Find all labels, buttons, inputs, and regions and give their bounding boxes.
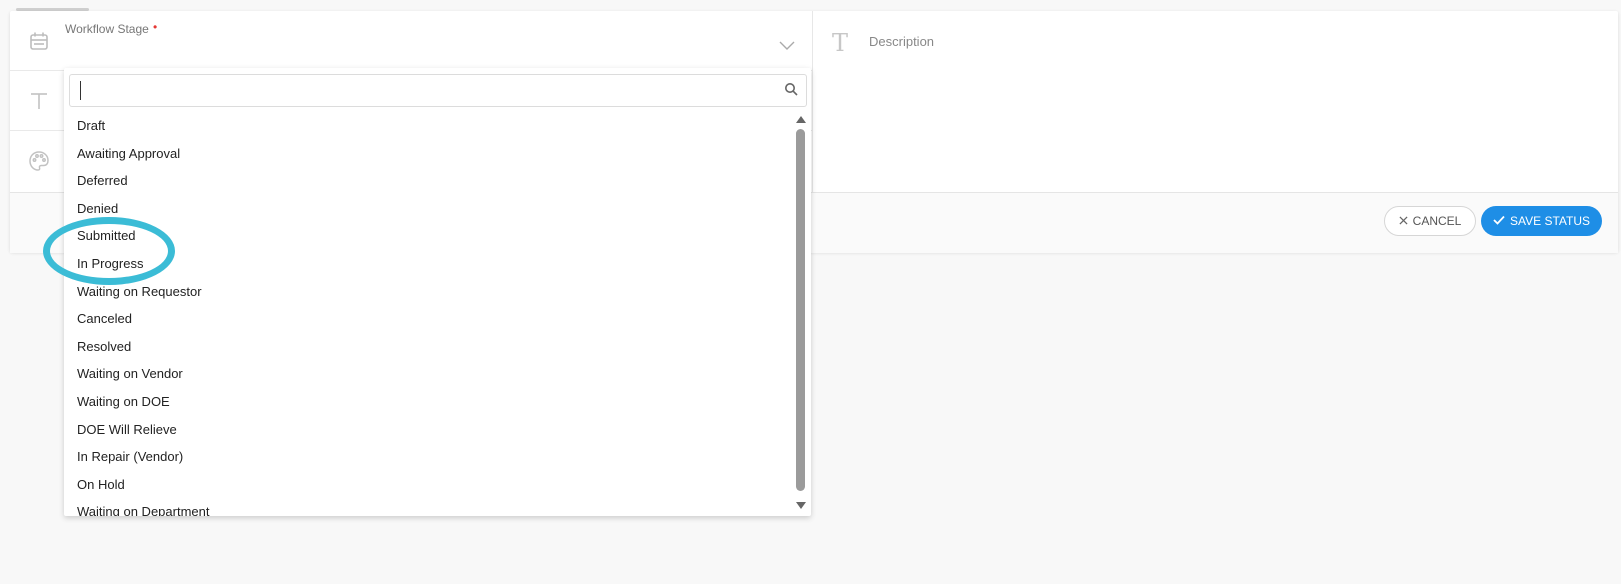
dropdown-option[interactable]: On Hold <box>64 471 784 499</box>
palette-icon <box>28 150 50 172</box>
search-icon <box>784 82 798 96</box>
dropdown-option[interactable]: Waiting on Requestor <box>64 278 784 306</box>
cancel-button-label: CANCEL <box>1412 214 1462 228</box>
check-icon <box>1493 214 1505 228</box>
dropdown-option[interactable]: Waiting on Department <box>64 498 784 516</box>
scrollbar-thumb[interactable] <box>796 129 805 491</box>
dropdown-option[interactable]: Waiting on Vendor <box>64 360 784 388</box>
chevron-down-icon[interactable] <box>778 36 796 54</box>
description-text-icon: T <box>832 29 849 57</box>
scroll-up-arrow[interactable] <box>796 116 806 123</box>
dropdown-options-list: Draft Awaiting Approval Deferred Denied … <box>64 112 784 516</box>
dropdown-option[interactable]: Resolved <box>64 333 784 361</box>
text-cursor <box>80 81 81 100</box>
dropdown-option[interactable]: Awaiting Approval <box>64 140 784 168</box>
dropdown-option[interactable]: Waiting on DOE <box>64 388 784 416</box>
description-label: Description <box>869 34 935 49</box>
dropdown-option[interactable]: Draft <box>64 112 784 140</box>
dropdown-option[interactable]: Denied <box>64 195 784 223</box>
dropdown-option[interactable]: Deferred <box>64 167 784 195</box>
highlight-annotation-ellipse <box>43 217 175 285</box>
workflow-stage-field[interactable]: Workflow Stage • <box>10 11 812 71</box>
dropdown-option[interactable]: Canceled <box>64 305 784 333</box>
text-format-icon <box>28 90 50 112</box>
dropdown-search-input[interactable] <box>69 74 807 107</box>
workflow-stage-dropdown: Draft Awaiting Approval Deferred Denied … <box>64 68 811 516</box>
cancel-button[interactable]: CANCEL <box>1384 206 1476 236</box>
workflow-stage-label: Workflow Stage <box>65 22 149 36</box>
dropdown-option[interactable]: DOE Will Relieve <box>64 416 784 444</box>
calendar-icon <box>28 30 50 52</box>
dropdown-option[interactable]: In Repair (Vendor) <box>64 443 784 471</box>
save-button-label: SAVE STATUS <box>1509 214 1590 228</box>
close-icon <box>1399 214 1408 228</box>
save-status-button[interactable]: SAVE STATUS <box>1481 206 1602 236</box>
required-marker: • <box>153 20 158 34</box>
scroll-down-arrow[interactable] <box>796 502 806 509</box>
